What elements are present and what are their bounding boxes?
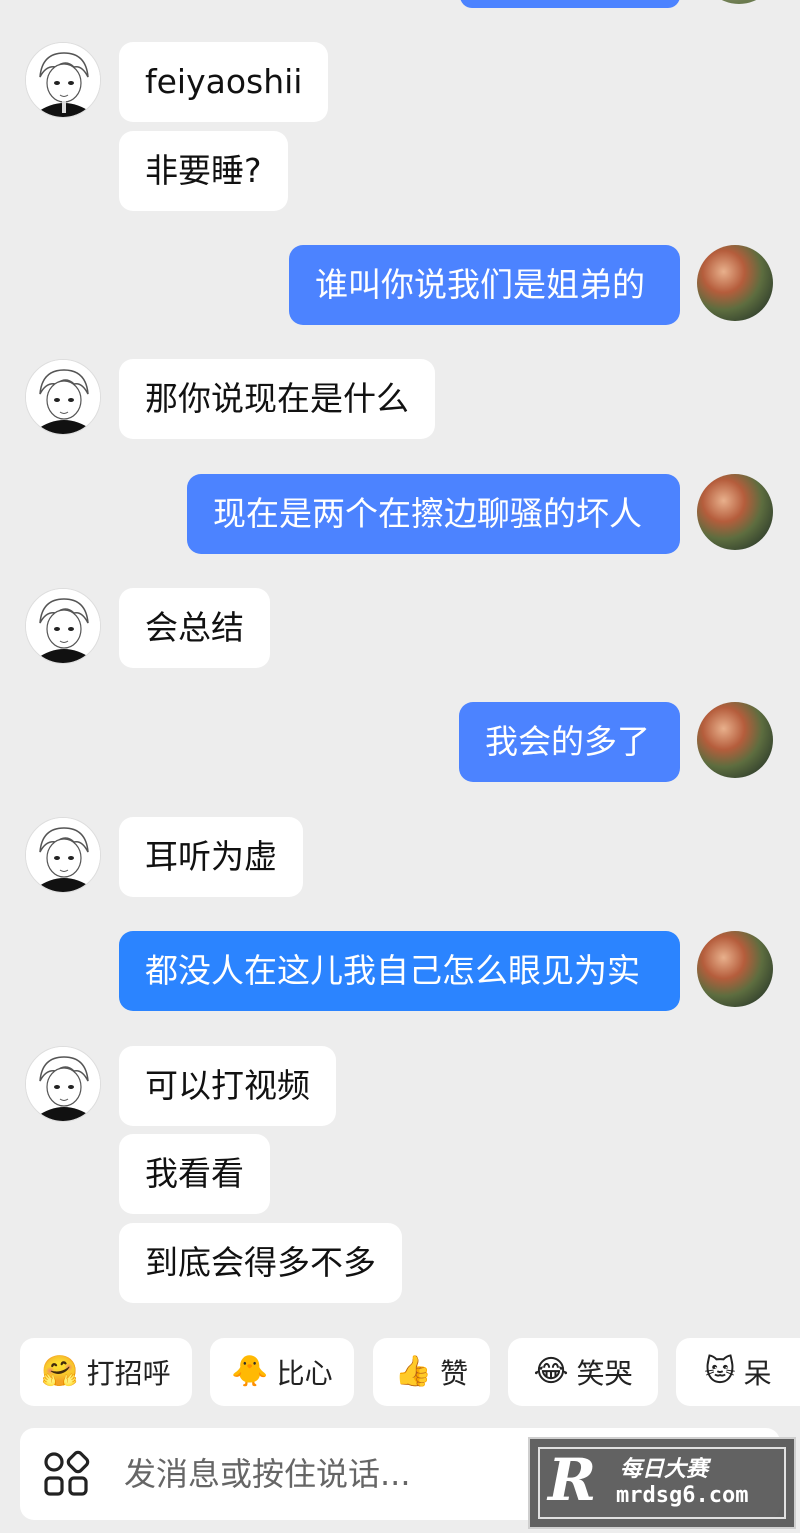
anime-boy-avatar-icon bbox=[26, 818, 100, 892]
contact-avatar[interactable] bbox=[25, 817, 101, 893]
message-input[interactable]: 发消息或按住说话... bbox=[124, 1428, 411, 1520]
quick-reply-label: 呆 bbox=[743, 1357, 772, 1390]
quick-reply-greet[interactable]: 🤗 打招呼 bbox=[20, 1338, 192, 1406]
anime-boy-avatar-icon bbox=[26, 1047, 100, 1121]
watermark-url: mrdsg6.com bbox=[616, 1483, 749, 1508]
outgoing-message[interactable]: 都没人在这儿我自己怎么眼见为实 bbox=[119, 931, 680, 1011]
incoming-message[interactable]: 可以打视频 bbox=[119, 1046, 336, 1126]
incoming-message[interactable]: 那你说现在是什么 bbox=[119, 359, 435, 439]
quick-reply-label: 笑哭 bbox=[576, 1357, 633, 1390]
incoming-message[interactable]: 会总结 bbox=[119, 588, 270, 668]
apps-grid-icon[interactable] bbox=[42, 1450, 90, 1498]
my-avatar[interactable] bbox=[697, 702, 773, 778]
quick-reply-label: 比心 bbox=[276, 1357, 333, 1390]
my-avatar[interactable] bbox=[697, 931, 773, 1007]
thumbs-up-icon: 👍 bbox=[394, 1354, 433, 1389]
contact-avatar[interactable] bbox=[25, 1046, 101, 1122]
quick-reply-like[interactable]: 👍 赞 bbox=[373, 1338, 490, 1406]
watermark-logo: R bbox=[548, 1446, 597, 1514]
incoming-message[interactable]: 我看看 bbox=[119, 1134, 270, 1214]
quick-reply-laugh-cry[interactable]: 😂 笑哭 bbox=[508, 1338, 658, 1406]
incoming-message[interactable]: 到底会得多不多 bbox=[119, 1223, 402, 1303]
incoming-message[interactable]: 耳听为虚 bbox=[119, 817, 303, 897]
quick-reply-dazed[interactable]: 🐱 呆 bbox=[676, 1338, 800, 1406]
anime-boy-avatar-icon bbox=[26, 360, 100, 434]
laugh-cry-emoji-icon: 😂 bbox=[533, 1354, 569, 1389]
quick-reply-label: 赞 bbox=[440, 1357, 469, 1390]
my-avatar[interactable] bbox=[700, 0, 778, 4]
anime-boy-avatar-icon bbox=[26, 43, 100, 117]
incoming-message[interactable]: 非要睡? bbox=[119, 131, 288, 211]
watermark-title: 每日大赛 bbox=[620, 1457, 709, 1482]
contact-avatar[interactable] bbox=[25, 588, 101, 664]
outgoing-bubble-partial[interactable] bbox=[460, 0, 680, 8]
hug-emoji-icon: 🤗 bbox=[41, 1354, 79, 1389]
anime-boy-avatar-icon bbox=[26, 589, 100, 663]
quick-reply-label: 打招呼 bbox=[86, 1357, 171, 1390]
quick-reply-bar: 🤗 打招呼 🐥 比心 👍 赞 😂 笑哭 🐱 呆 bbox=[0, 1338, 800, 1406]
chick-emoji-icon: 🐥 bbox=[231, 1354, 269, 1389]
my-avatar[interactable] bbox=[697, 245, 773, 321]
outgoing-message[interactable]: 谁叫你说我们是姐弟的 bbox=[289, 245, 680, 325]
my-avatar[interactable] bbox=[697, 474, 773, 550]
incoming-message[interactable]: feiyaoshii bbox=[119, 42, 329, 122]
contact-avatar[interactable] bbox=[25, 359, 101, 435]
contact-avatar[interactable] bbox=[25, 42, 101, 118]
site-watermark: R 每日大赛 mrdsg6.com bbox=[528, 1437, 796, 1529]
outgoing-message[interactable]: 现在是两个在擦边聊骚的坏人 bbox=[187, 474, 680, 554]
quick-reply-heart[interactable]: 🐥 比心 bbox=[210, 1338, 354, 1406]
cat-emoji-icon: 🐱 bbox=[704, 1354, 736, 1389]
chat-screen: feiyaoshii 非要睡? 谁叫你说我们是姐弟的 那你说现在是什么 现在是两… bbox=[0, 0, 800, 1533]
outgoing-message[interactable]: 我会的多了 bbox=[459, 702, 680, 782]
